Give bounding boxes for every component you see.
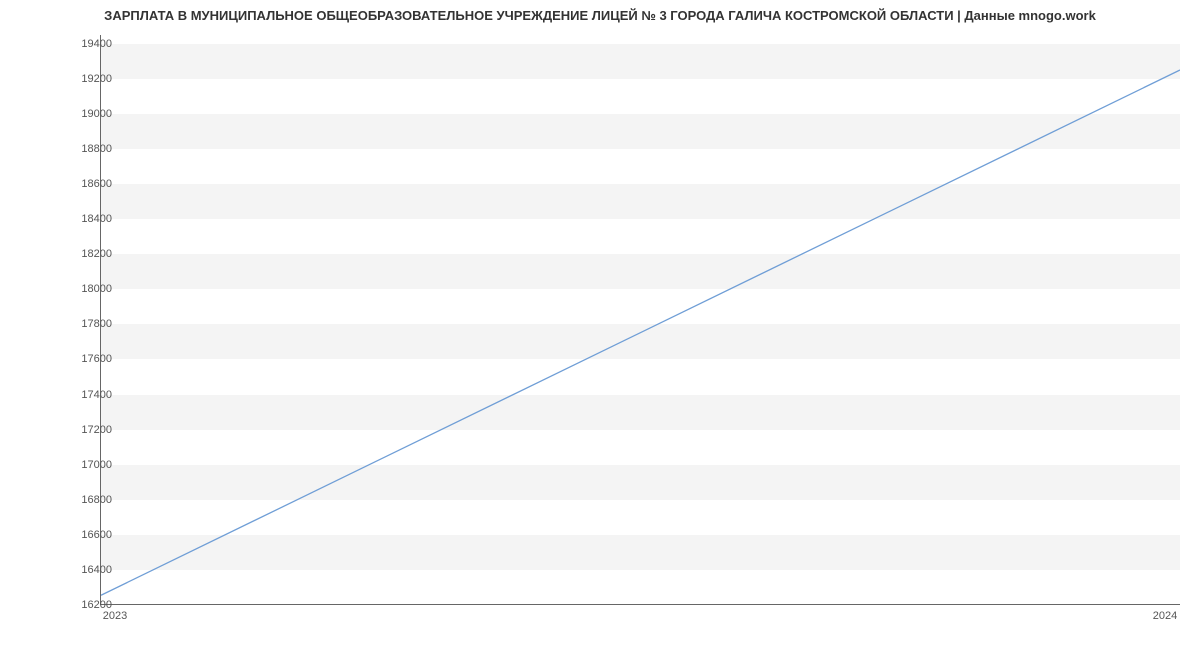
y-tick-label: 17000	[81, 459, 112, 471]
x-tick-label: 2023	[103, 610, 127, 622]
plot-area	[100, 35, 1180, 605]
y-tick-label: 16600	[81, 529, 112, 541]
y-tick-label: 19000	[81, 108, 112, 120]
y-tick-label: 17400	[81, 389, 112, 401]
y-tick-label: 17600	[81, 353, 112, 365]
chart-title: ЗАРПЛАТА В МУНИЦИПАЛЬНОЕ ОБЩЕОБРАЗОВАТЕЛ…	[0, 8, 1200, 23]
y-tick-label: 19400	[81, 38, 112, 50]
y-tick-label: 18000	[81, 283, 112, 295]
salary-line-chart: ЗАРПЛАТА В МУНИЦИПАЛЬНОЕ ОБЩЕОБРАЗОВАТЕЛ…	[0, 0, 1200, 650]
y-tick-label: 16800	[81, 494, 112, 506]
y-tick-label: 18400	[81, 213, 112, 225]
y-tick-label: 17200	[81, 424, 112, 436]
y-tick-label: 17800	[81, 318, 112, 330]
series-line	[101, 35, 1180, 604]
x-tick-label: 2024	[1153, 610, 1177, 622]
y-tick-label: 18800	[81, 143, 112, 155]
y-tick-label: 16400	[81, 564, 112, 576]
y-tick-label: 18600	[81, 178, 112, 190]
y-tick-label: 19200	[81, 73, 112, 85]
y-tick-label: 18200	[81, 248, 112, 260]
